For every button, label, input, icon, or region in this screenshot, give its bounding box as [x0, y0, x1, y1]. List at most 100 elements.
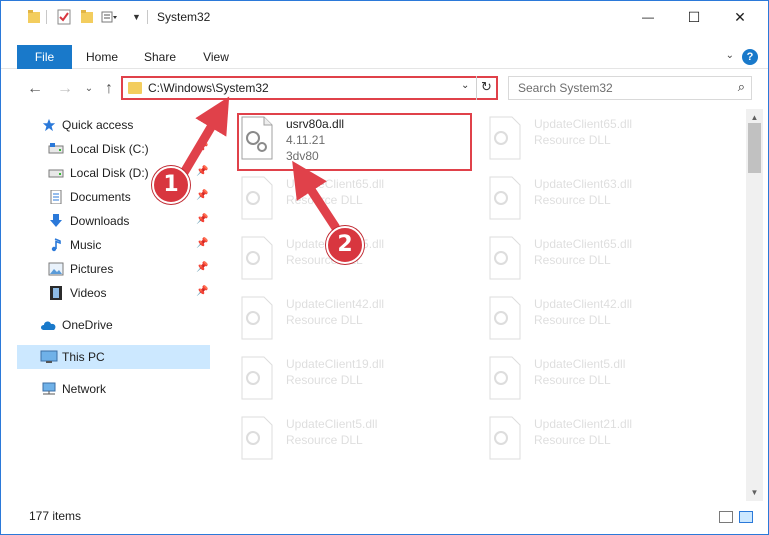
file-type: Resource DLL — [534, 433, 611, 447]
videos-icon — [50, 286, 62, 300]
pictures-icon — [48, 262, 64, 276]
file-item[interactable]: UpdateClient21.dll Resource DLL — [484, 413, 724, 473]
star-icon — [42, 118, 56, 132]
address-path[interactable]: C:\Windows\System32 — [148, 81, 269, 95]
dll-file-icon — [241, 356, 273, 400]
sidebar-item-label: Music — [70, 238, 102, 252]
tab-file[interactable]: File — [17, 45, 72, 69]
folder-icon[interactable] — [28, 9, 40, 27]
large-icons-view-icon[interactable] — [739, 511, 753, 523]
pin-icon[interactable]: 📌 — [196, 286, 208, 297]
sidebar-item-label: Quick access — [62, 118, 134, 132]
pin-icon[interactable]: 📌 — [196, 190, 208, 201]
dll-file-icon — [241, 236, 273, 280]
scrollbar-thumb[interactable] — [748, 123, 761, 173]
file-type: Resource DLL — [534, 313, 611, 327]
dll-file-icon — [241, 296, 273, 340]
sidebar-item-local-disk-c[interactable]: Local Disk (C:) 📌 — [1, 137, 210, 161]
file-item[interactable]: UpdateClient5.dll Resource DLL — [236, 413, 476, 473]
network-icon — [42, 382, 56, 395]
drive-icon — [48, 169, 64, 178]
pin-icon[interactable]: 📌 — [196, 166, 208, 177]
refresh-icon[interactable]: ↻ — [476, 76, 496, 100]
file-item[interactable]: UpdateClient42.dll Resource DLL — [484, 293, 724, 353]
file-item[interactable]: UpdateClient63.dll Resource DLL — [484, 173, 724, 233]
computer-icon — [40, 350, 58, 363]
pin-icon[interactable]: 📌 — [196, 262, 208, 273]
scroll-down-icon[interactable]: ▼ — [746, 484, 763, 501]
sidebar-item-pictures[interactable]: Pictures 📌 — [1, 257, 210, 281]
address-dropdown-icon[interactable]: ⌄ — [461, 80, 469, 91]
up-button[interactable]: ↑ — [99, 79, 119, 99]
file-list: usrv80a.dll 4.11.21 3dv80 UpdateClient65… — [212, 109, 746, 501]
cloud-icon — [41, 321, 56, 330]
file-item[interactable]: UpdateClient19.dll Resource DLL — [236, 353, 476, 413]
vertical-scrollbar[interactable]: ▲ ▼ — [746, 109, 763, 501]
sidebar-item-label: Downloads — [70, 214, 130, 228]
sidebar-item-videos[interactable]: Videos 📌 — [1, 281, 210, 305]
sidebar-item-quick-access[interactable]: Quick access — [1, 113, 210, 137]
file-item[interactable]: UpdateClient65.dll Resource DLL — [484, 113, 724, 173]
pin-icon[interactable]: 📌 — [196, 214, 208, 225]
sidebar-item-downloads[interactable]: Downloads 📌 — [1, 209, 210, 233]
file-name: UpdateClient19.dll — [286, 357, 385, 371]
file-name: UpdateClient63.dll — [534, 177, 633, 191]
close-icon: ✕ — [734, 8, 746, 25]
recent-locations-button[interactable]: ⌄ — [79, 79, 99, 99]
file-type: Resource DLL — [534, 193, 611, 207]
sidebar-item-label: Network — [62, 382, 107, 396]
back-button[interactable]: ← — [25, 79, 45, 99]
status-bar: 177 items — [1, 503, 768, 534]
folder-icon — [128, 82, 142, 94]
file-item[interactable]: UpdateClient42.dll Resource DLL — [236, 293, 476, 353]
help-icon[interactable]: ? — [742, 49, 758, 65]
sidebar-item-label: Local Disk (D:) — [70, 166, 149, 180]
dll-file-icon — [241, 416, 273, 460]
sidebar-item-this-pc[interactable]: This PC — [17, 345, 210, 369]
file-type: Resource DLL — [286, 433, 363, 447]
navigation-bar: ← → ⌄ ↑ C:\Windows\System32 ⌄ ↻ Search S… — [1, 71, 768, 107]
new-folder-icon[interactable] — [81, 9, 93, 27]
pin-icon[interactable]: 📌 — [196, 238, 208, 249]
dll-file-icon — [489, 236, 521, 280]
downloads-icon — [50, 214, 62, 227]
tab-view[interactable]: View — [194, 45, 238, 69]
tab-home[interactable]: Home — [79, 45, 125, 69]
search-icon[interactable]: ⌕ — [738, 79, 745, 95]
ribbon-tabs: File Home Share View ⌄ ? — [1, 45, 768, 69]
sidebar-item-network[interactable]: Network — [1, 377, 210, 401]
file-item[interactable]: UpdateClient65.dll Resource DLL — [484, 233, 724, 293]
sidebar-item-onedrive[interactable]: OneDrive — [1, 313, 210, 337]
qat-divider — [46, 10, 47, 24]
sidebar-item-label: This PC — [62, 350, 105, 364]
minimize-icon: — — [642, 10, 654, 24]
explorer-window: ▼ System32 — ☐ ✕ File Home Share View ⌄ … — [0, 0, 769, 535]
tab-share[interactable]: Share — [137, 45, 183, 69]
file-highlight-box — [237, 113, 472, 171]
file-item[interactable]: UpdateClient5.dll Resource DLL — [484, 353, 724, 413]
file-item[interactable]: UpdateClient65.dll Resource DLL — [236, 173, 476, 233]
sidebar-item-music[interactable]: Music 📌 — [1, 233, 210, 257]
dll-file-icon — [489, 416, 521, 460]
file-type: Resource DLL — [534, 373, 611, 387]
expand-ribbon-icon[interactable]: ⌄ — [726, 50, 734, 61]
window-title: System32 — [157, 10, 211, 24]
address-bar[interactable]: C:\Windows\System32 ⌄ ↻ — [121, 76, 498, 100]
details-view-icon[interactable] — [719, 511, 733, 523]
dll-file-icon — [489, 176, 521, 220]
file-type: Resource DLL — [286, 193, 363, 207]
maximize-button[interactable]: ☐ — [671, 1, 717, 33]
qat-dropdown-icon[interactable]: ▼ — [132, 12, 141, 30]
file-name: UpdateClient5.dll — [534, 357, 626, 371]
minimize-button[interactable]: — — [625, 1, 671, 33]
dll-file-icon — [489, 356, 521, 400]
forward-button[interactable]: → — [55, 79, 75, 99]
properties-icon[interactable] — [57, 9, 71, 27]
file-type: Resource DLL — [534, 253, 611, 267]
file-name: UpdateClient65.dll — [534, 117, 633, 131]
search-input[interactable]: Search System32 ⌕ — [508, 76, 752, 100]
customize-qat-icon[interactable] — [101, 9, 117, 27]
file-type: Resource DLL — [286, 313, 363, 327]
close-button[interactable]: ✕ — [717, 1, 763, 33]
pin-icon[interactable]: 📌 — [196, 142, 208, 153]
